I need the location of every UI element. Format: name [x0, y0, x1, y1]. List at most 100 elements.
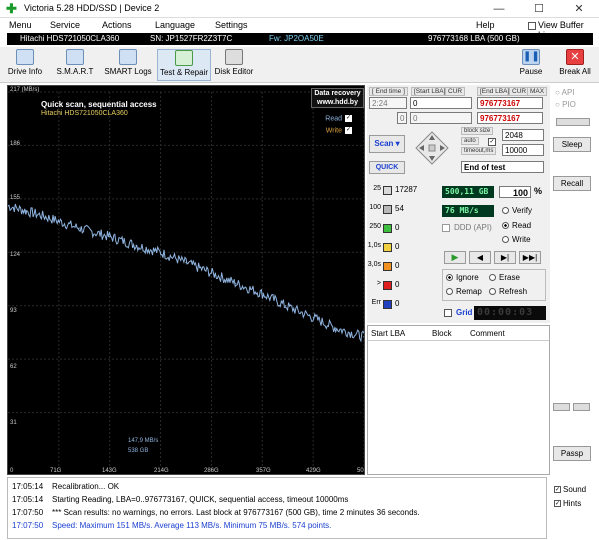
test-repair-label: Test & Repair	[159, 68, 209, 77]
passp-button[interactable]: Passp	[553, 446, 591, 461]
read-data-point	[235, 282, 237, 284]
sound-toggle[interactable]: ✓ Sound	[554, 485, 586, 494]
erase-radio-circle[interactable]	[489, 274, 496, 282]
read-data-point	[57, 220, 60, 222]
col-block[interactable]: Block	[432, 329, 452, 338]
end-lba-field[interactable]: 976773167	[477, 97, 543, 109]
api-slider[interactable]	[556, 118, 590, 126]
test-repair-button[interactable]: Test & Repair	[157, 49, 211, 81]
model-text: Hitachi HDS721050CLA360	[20, 34, 120, 43]
legend-read[interactable]: Read ✓	[325, 115, 352, 122]
max-label[interactable]: MAX	[527, 87, 548, 96]
minimize-button[interactable]: —	[479, 0, 519, 18]
direction-pad[interactable]	[415, 131, 449, 165]
side-small-button-1[interactable]	[553, 403, 570, 411]
counter-label: 1,0s	[367, 242, 381, 249]
ignore-radio-circle[interactable]	[446, 274, 453, 282]
read-data-point	[334, 327, 337, 329]
menu-help[interactable]: Help	[476, 20, 495, 30]
header-divider	[368, 340, 549, 341]
maximize-button[interactable]: ☐	[519, 0, 559, 18]
menu-menu[interactable]: Menu	[9, 20, 32, 30]
ignore-radio[interactable]: Ignore	[446, 273, 479, 282]
menu-service[interactable]: Service	[50, 20, 80, 30]
menu-settings[interactable]: Settings	[215, 20, 248, 30]
grid-checkbox[interactable]	[444, 309, 452, 317]
pio-radio[interactable]: ○ PIO	[555, 100, 576, 109]
legend-write-checkbox[interactable]: ✓	[345, 127, 352, 134]
counter-label: >	[376, 280, 381, 287]
read-data-point	[109, 236, 111, 238]
close-button[interactable]: ✕	[559, 0, 599, 18]
disk-editor-icon	[225, 49, 243, 65]
remap-radio-circle[interactable]	[446, 288, 453, 296]
smart-logs-button[interactable]: SMART Logs	[104, 49, 152, 81]
remap-label: Remap	[456, 287, 482, 296]
play-button[interactable]: ▶	[444, 251, 466, 264]
verify-radio[interactable]: Verify	[502, 206, 532, 215]
api-radio[interactable]: ○ API	[555, 88, 575, 97]
refresh-radio-circle[interactable]	[489, 288, 496, 296]
x-tick-label: 50	[357, 468, 364, 474]
hints-toggle[interactable]: ✓ Hints	[554, 499, 581, 508]
quick-button[interactable]: QUICK	[369, 161, 405, 174]
end-of-test-select[interactable]: End of test	[461, 161, 544, 173]
event-log: 17:05:14 Recalibration... OK 17:05:14 Start…	[7, 477, 547, 539]
x-tick-label: 357G	[256, 468, 271, 474]
scan-button[interactable]: Scan ▾	[369, 135, 405, 153]
read-radio[interactable]: Read	[502, 221, 531, 230]
block-size-select[interactable]: 2048	[502, 129, 544, 141]
hints-label: Hints	[563, 499, 582, 508]
sound-checkbox[interactable]: ✓	[554, 486, 561, 494]
break-all-button[interactable]: ✕ Break All	[557, 49, 593, 81]
gb-readout: 500,11 GB	[442, 186, 494, 198]
legend-read-checkbox[interactable]: ✓	[345, 115, 352, 122]
promo-box[interactable]: Data recovery www.hdd.by	[311, 88, 364, 108]
timeout-select[interactable]: 10000	[502, 144, 544, 156]
menu-language[interactable]: Language	[155, 20, 195, 30]
disk-editor-button[interactable]: Disk Editor	[214, 49, 254, 81]
verify-radio-circle[interactable]	[502, 207, 509, 215]
control-panel: [ End time ] [Start LBA] CUR [End LBA] C…	[367, 85, 550, 323]
end-lba-label: [End LBA]	[477, 87, 513, 96]
menu-actions[interactable]: Actions	[102, 20, 132, 30]
erase-radio[interactable]: Erase	[489, 273, 520, 282]
back-button[interactable]: ◀	[469, 251, 491, 264]
smart-button[interactable]: S.M.A.R.T	[55, 49, 95, 81]
hints-checkbox[interactable]: ✓	[554, 500, 561, 508]
counter-color-box	[383, 281, 392, 290]
write-radio-circle[interactable]	[502, 236, 509, 244]
read-data-point	[43, 215, 45, 217]
counter-value: 0	[395, 280, 400, 289]
end-lba-field-2[interactable]: 976773167	[477, 112, 543, 124]
side-small-button-2[interactable]	[573, 403, 590, 411]
read-radio-circle[interactable]	[502, 222, 509, 230]
pause-icon: ❚❚	[522, 49, 540, 65]
legend-write-label: Write	[325, 127, 342, 135]
drive-info-button[interactable]: Drive Info	[6, 49, 44, 81]
col-start-lba[interactable]: Start LBA	[371, 329, 405, 338]
write-radio[interactable]: Write	[502, 235, 531, 244]
start-lba-label: [Start LBA]	[411, 87, 449, 96]
verify-label: Verify	[512, 206, 533, 215]
log-line: 17:07:50 Speed: Maximum 151 MB/s. Average…	[12, 521, 331, 530]
sleep-button[interactable]: Sleep	[553, 137, 591, 152]
to-end-button[interactable]: ▶▶|	[519, 251, 541, 264]
refresh-radio[interactable]: Refresh	[489, 287, 527, 296]
end-time-field[interactable]: 2:24	[369, 97, 407, 109]
pause-button[interactable]: ❚❚ Pause	[516, 49, 546, 81]
auto-checkbox[interactable]: ✓	[488, 138, 496, 146]
step-forward-button[interactable]: ▶|	[494, 251, 516, 264]
start-lba-field[interactable]: 0	[410, 97, 472, 109]
promo-line1: Data recovery	[314, 90, 361, 97]
remap-radio[interactable]: Remap	[446, 287, 482, 296]
ddd-api-checkbox[interactable]	[442, 224, 450, 232]
legend-write[interactable]: Write ✓	[326, 127, 352, 134]
test-repair-icon	[175, 50, 193, 66]
legend-read-label: Read	[325, 115, 342, 123]
cur-label[interactable]: CUR	[445, 87, 466, 96]
view-buffer-checkbox[interactable]	[528, 22, 536, 30]
recall-button[interactable]: Recall	[553, 176, 591, 191]
timeout-label: timeout,ms	[461, 147, 497, 155]
col-comment[interactable]: Comment	[470, 329, 505, 338]
